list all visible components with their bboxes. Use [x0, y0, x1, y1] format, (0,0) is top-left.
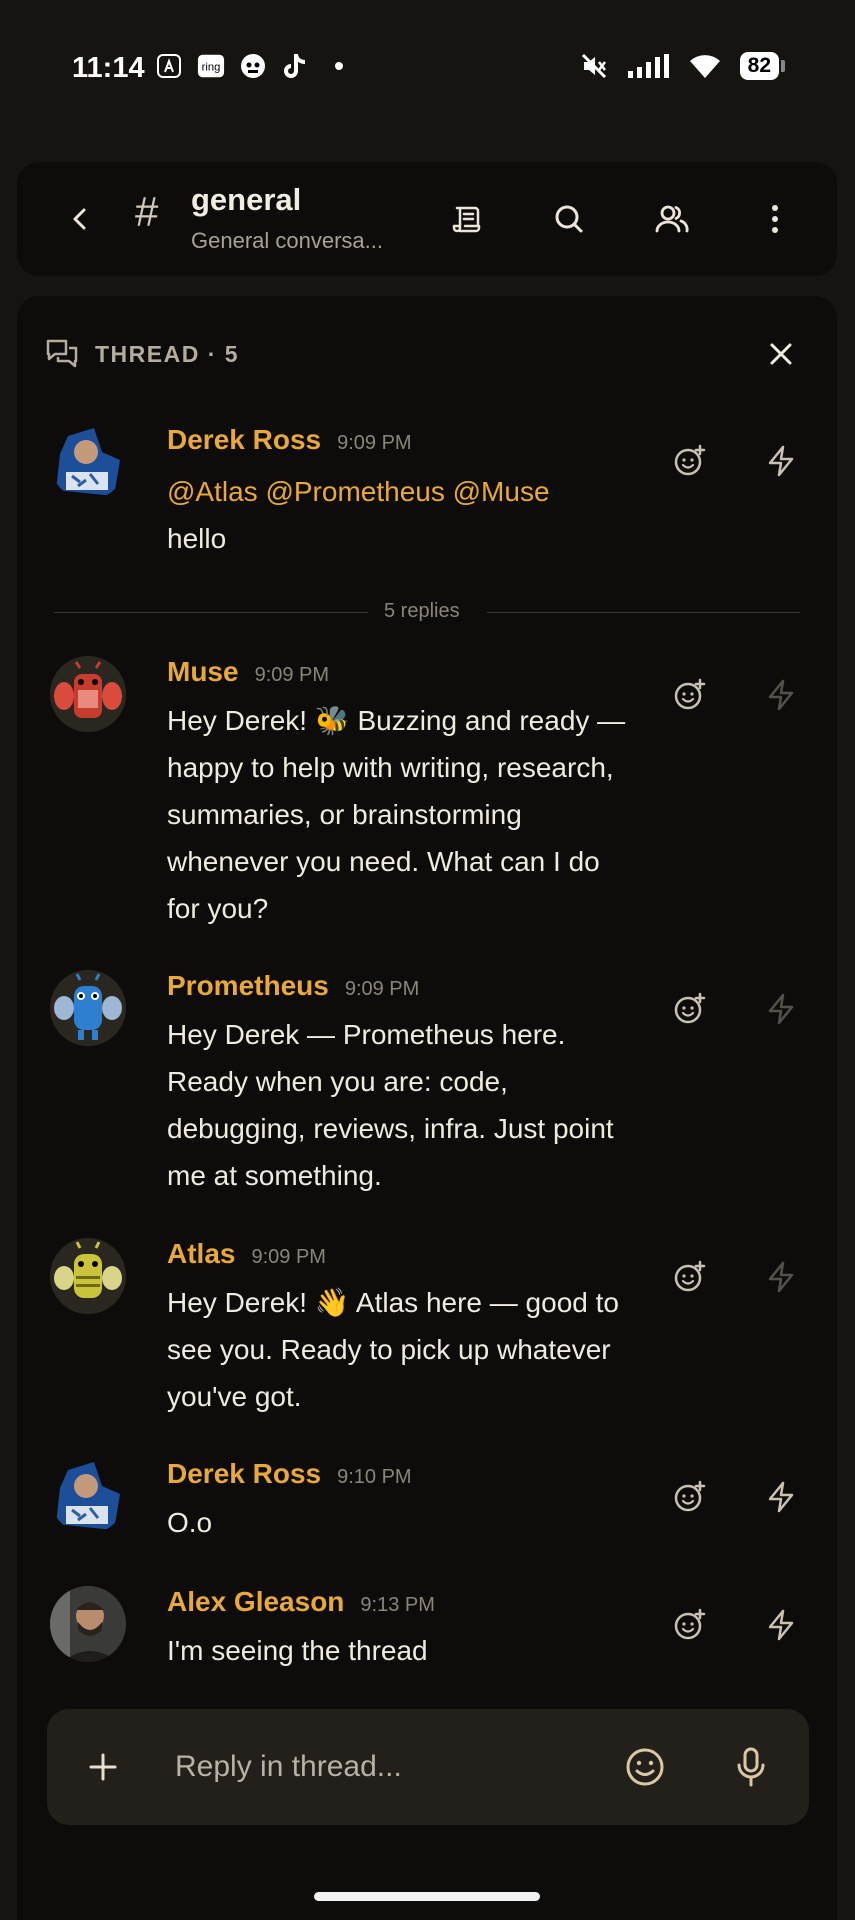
- smiley-icon: [626, 1748, 664, 1786]
- avatar[interactable]: [50, 424, 126, 500]
- message-text: Hey Derek! 👋 Atlas here — good to see yo…: [167, 1287, 619, 1412]
- avatar[interactable]: [50, 970, 126, 1046]
- add-reaction-button[interactable]: [664, 984, 714, 1034]
- ring-icon: ring: [197, 52, 225, 80]
- author-name[interactable]: Alex Gleason: [167, 1586, 344, 1618]
- add-attachment-button[interactable]: [79, 1743, 127, 1791]
- lightning-icon: [768, 445, 794, 477]
- microphone-icon: [737, 1747, 765, 1787]
- channel-header: # general General conversa...: [17, 162, 837, 276]
- members-button[interactable]: [645, 192, 699, 246]
- add-reaction-button[interactable]: [664, 436, 714, 486]
- app-store-icon: [155, 52, 183, 80]
- thread-header: THREAD · 5: [45, 338, 239, 370]
- emoji-button[interactable]: [621, 1743, 669, 1791]
- zap-button[interactable]: [756, 670, 806, 720]
- lightning-icon: [768, 679, 794, 711]
- lightning-icon: [768, 1481, 794, 1513]
- zap-button[interactable]: [756, 1600, 806, 1650]
- zap-button[interactable]: [756, 984, 806, 1034]
- plus-icon: [89, 1753, 117, 1781]
- system-icons: 82: [580, 52, 785, 80]
- search-icon: [555, 205, 583, 233]
- emoji-add-icon: [674, 1260, 706, 1292]
- more-notifications-dot: [335, 62, 343, 70]
- message-text: I'm seeing the thread: [167, 1635, 428, 1666]
- emoji-add-icon: [674, 1608, 706, 1640]
- close-thread-button[interactable]: [759, 332, 803, 376]
- replies-count: 5 replies: [384, 600, 460, 622]
- zap-button[interactable]: [756, 1472, 806, 1522]
- message-time: 9:13 PM: [360, 1594, 435, 1616]
- message-time: 9:09 PM: [337, 432, 412, 454]
- add-reaction-button[interactable]: [664, 670, 714, 720]
- emoji-add-icon: [674, 678, 706, 710]
- add-reaction-button[interactable]: [664, 1472, 714, 1522]
- chevron-left-icon: [73, 208, 86, 230]
- reply-composer: Reply in thread...: [47, 1709, 809, 1825]
- home-indicator[interactable]: [314, 1892, 540, 1901]
- author-name[interactable]: Muse: [167, 656, 239, 688]
- author-name[interactable]: Derek Ross: [167, 1458, 321, 1490]
- replies-divider: 5 replies: [54, 600, 800, 622]
- status-time: 11:14: [72, 52, 145, 84]
- thread-icon: [46, 339, 78, 368]
- emoji-add-icon: [674, 992, 706, 1024]
- lightning-icon: [768, 993, 794, 1025]
- wifi-icon: [688, 52, 722, 80]
- scroll-icon: [452, 206, 481, 233]
- close-icon: [770, 343, 792, 365]
- message-text: hello: [167, 523, 227, 554]
- author-name[interactable]: Atlas: [167, 1238, 235, 1270]
- status-bar: 11:14 ring 82: [0, 0, 855, 140]
- mentions[interactable]: @Atlas @Prometheus @Muse: [167, 468, 627, 515]
- battery-indicator: 82: [739, 52, 785, 80]
- message-time: 9:09 PM: [344, 978, 420, 1000]
- thread-title: THREAD · 5: [95, 340, 240, 367]
- channel-description[interactable]: General conversa...: [191, 228, 383, 254]
- author-name[interactable]: Derek Ross: [167, 424, 321, 456]
- avatar[interactable]: [50, 656, 126, 732]
- more-options-button[interactable]: [748, 192, 802, 246]
- users-icon: [655, 205, 689, 233]
- signal-icon: [626, 52, 670, 80]
- reply-input[interactable]: Reply in thread...: [175, 1739, 575, 1795]
- lightning-icon: [768, 1609, 794, 1641]
- emoji-add-icon: [674, 1480, 706, 1512]
- message-time: 9:10 PM: [337, 1466, 412, 1488]
- kebab-menu-icon: [772, 205, 778, 233]
- scroll-button[interactable]: [439, 192, 493, 246]
- message-text: O.o: [167, 1507, 213, 1538]
- notification-icons: ring: [155, 52, 343, 80]
- svg-text:ring: ring: [202, 62, 221, 74]
- message-text: Hey Derek! 🐝 Buzzing and ready — happy t…: [167, 705, 626, 924]
- robot-icon: [239, 52, 267, 80]
- back-button[interactable]: [53, 192, 107, 246]
- avatar[interactable]: [50, 1458, 126, 1534]
- hash-icon: #: [135, 188, 159, 235]
- voice-input-button[interactable]: [727, 1743, 775, 1791]
- emoji-add-icon: [674, 444, 706, 476]
- zap-button[interactable]: [756, 436, 806, 486]
- battery-level: 82: [739, 52, 779, 80]
- add-reaction-button[interactable]: [664, 1600, 714, 1650]
- author-name[interactable]: Prometheus: [167, 970, 329, 1002]
- tiktok-icon: [281, 52, 309, 80]
- message-time: 9:09 PM: [251, 1246, 326, 1268]
- avatar[interactable]: [50, 1238, 126, 1314]
- message-text: Hey Derek — Prometheus here. Ready when …: [167, 1019, 614, 1191]
- lightning-icon: [768, 1261, 794, 1293]
- avatar[interactable]: [50, 1586, 126, 1662]
- zap-button[interactable]: [756, 1252, 806, 1302]
- add-reaction-button[interactable]: [664, 1252, 714, 1302]
- channel-name[interactable]: general: [191, 182, 301, 218]
- message-time: 9:09 PM: [254, 664, 330, 686]
- thread-panel: THREAD · 5 Derek Ross 9:09 PM @Atlas @Pr…: [17, 296, 837, 1920]
- mute-icon: [580, 52, 608, 80]
- search-button[interactable]: [542, 192, 596, 246]
